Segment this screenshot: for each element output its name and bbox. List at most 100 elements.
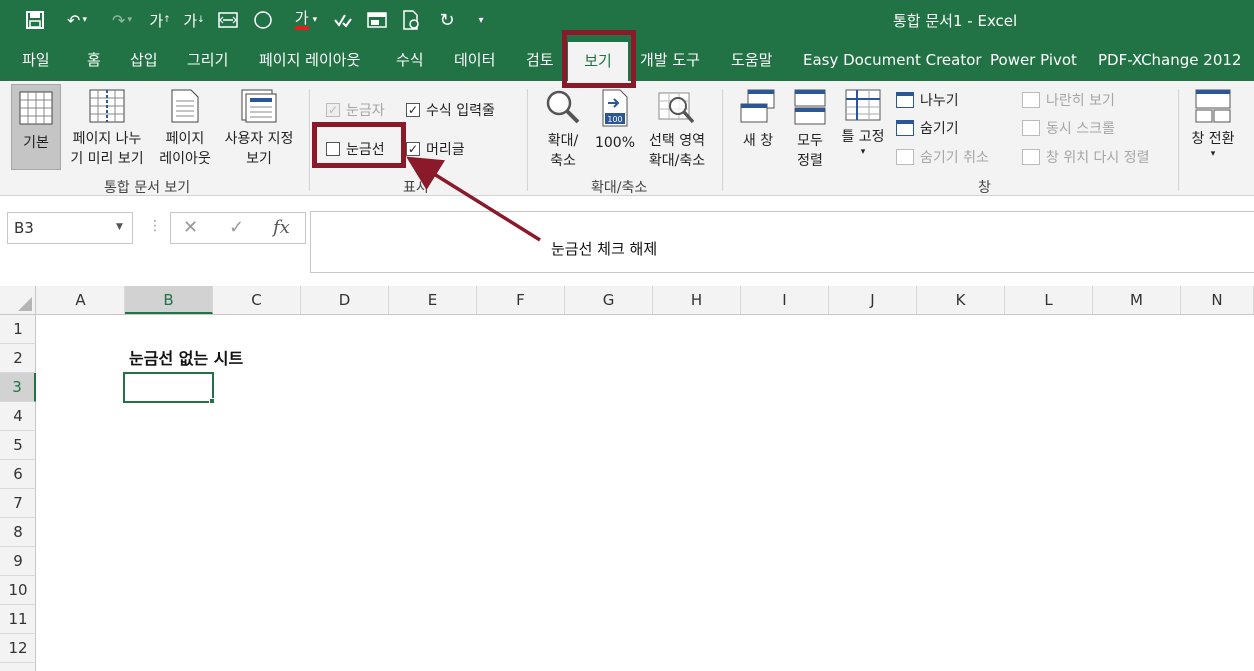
hide-window-button[interactable]: 숨기기 [896,118,959,138]
column-header-j[interactable]: J [829,286,917,314]
ruler-checkbox[interactable]: ✓ 눈금자 [326,100,385,120]
row-header-10[interactable]: 10 [0,576,36,605]
formula-input[interactable] [310,211,1254,273]
fill-handle[interactable] [209,398,215,404]
name-box[interactable]: B3 [7,212,133,244]
formula-buttons: ✕ ✓ fx [170,212,306,244]
freeze-panes-button[interactable]: 틀 고정 ▾ [836,89,890,157]
new-window-icon [740,89,775,123]
column-header-h[interactable]: H [653,286,741,314]
page-layout-view-button[interactable]: 페이지 레이아웃 [153,89,217,169]
print-preview-icon[interactable] [366,8,388,32]
customize-qat-icon[interactable]: ▾ [472,8,490,32]
tab-developer[interactable]: 개발 도구 [640,40,700,81]
normal-view-icon [19,91,53,125]
ribbon-view: 기본 페이지 나누 기 미리 보기 페이지 레이아웃 사용자 지정 보기 통합 … [0,81,1254,196]
synchronous-scrolling-button[interactable]: 동시 스크롤 [1022,118,1115,138]
formula-bar-grip-icon[interactable]: ⋮ [148,218,162,234]
tab-page-layout[interactable]: 페이지 레이아웃 [259,40,360,81]
repeat-icon[interactable]: ↻ [436,8,458,32]
tab-formulas[interactable]: 수식 [396,40,424,81]
column-header-a[interactable]: A [37,286,125,314]
unhide-window-icon [896,149,914,165]
tab-insert[interactable]: 삽입 [130,40,158,81]
column-header-f[interactable]: F [477,286,565,314]
active-cell-b3[interactable] [123,372,214,403]
headings-check-icon: ✓ [406,142,420,156]
reset-window-position-button[interactable]: 창 위치 다시 정렬 [1022,147,1150,167]
undo-icon[interactable]: ↶ ▾ [58,8,96,32]
page-break-preview-button[interactable]: 페이지 나누 기 미리 보기 [64,89,150,169]
tab-easy-document-creator[interactable]: Easy Document Creator [803,40,982,81]
column-header-l[interactable]: L [1005,286,1093,314]
gridlines-highlight-box [312,122,406,168]
row-header-3[interactable]: 3 [0,373,36,402]
custom-views-label-2: 보기 [246,151,272,167]
column-header-d[interactable]: D [301,286,389,314]
tab-pdf-xchange[interactable]: PDF-XChange 2012 [1098,40,1241,81]
tab-review[interactable]: 검토 [526,40,554,81]
headings-checkbox[interactable]: ✓ 머리글 [406,139,465,159]
group-separator [309,89,310,191]
font-decrease-icon[interactable]: 가 ↓ [182,8,206,32]
row-header-1[interactable]: 1 [0,315,36,344]
ruler-label: 눈금자 [346,103,385,119]
name-box-dropdown-icon[interactable]: ▼ [116,222,123,232]
enter-icon[interactable]: ✓ [229,217,244,238]
arrange-all-label-2: 정렬 [797,153,823,169]
zoom-group-label: 확대/축소 [591,180,648,196]
save-icon[interactable] [22,8,48,32]
column-header-i[interactable]: I [741,286,829,314]
row-header-4[interactable]: 4 [0,402,36,431]
column-header-m[interactable]: M [1093,286,1181,314]
new-window-button[interactable]: 새 창 [734,89,782,151]
normal-view-button[interactable]: 기본 [11,84,61,170]
spell-check-icon[interactable] [332,8,354,32]
row-header-7[interactable]: 7 [0,489,36,518]
switch-windows-button[interactable]: 창 전환 ▾ [1184,89,1242,159]
view-side-by-side-icon [1022,92,1040,108]
row-header-11[interactable]: 11 [0,605,36,634]
formula-bar-checkbox[interactable]: ✓ 수식 입력줄 [406,100,495,120]
cancel-icon[interactable]: ✕ [183,217,198,238]
row-header-12[interactable]: 12 [0,634,36,663]
column-header-b[interactable]: B [125,286,213,314]
split-button[interactable]: 나누기 [896,90,959,110]
unhide-window-button[interactable]: 숨기기 취소 [896,147,989,167]
row-header-6[interactable]: 6 [0,460,36,489]
cell-b2[interactable]: 눈금선 없는 시트 [129,344,243,373]
view-side-by-side-button[interactable]: 나란히 보기 [1022,90,1115,110]
zoom-to-selection-button[interactable]: 선택 영역 확대/축소 [641,89,713,171]
row-header-9[interactable]: 9 [0,547,36,576]
refresh-document-icon[interactable] [400,8,422,32]
row-header-5[interactable]: 5 [0,431,36,460]
arrange-all-button[interactable]: 모두 정렬 [789,89,831,171]
tab-help[interactable]: 도움말 [731,40,772,81]
font-color-icon[interactable]: 가 ▾ [286,8,326,32]
tab-data[interactable]: 데이터 [454,40,495,81]
font-increase-icon[interactable]: 가 ↑ [148,8,172,32]
show-group-label: 표시 [403,180,429,196]
column-header-k[interactable]: K [917,286,1005,314]
row-header-8[interactable]: 8 [0,518,36,547]
zoom-label-1: 확대/ [547,133,579,149]
column-header-e[interactable]: E [389,286,477,314]
tab-home[interactable]: 홈 [87,40,101,81]
merge-cells-icon[interactable] [216,8,240,32]
select-all-button[interactable] [0,286,36,314]
custom-views-button[interactable]: 사용자 지정 보기 [218,89,300,169]
zoom-100-button[interactable]: 100 100% [593,89,637,153]
column-header-n[interactable]: N [1181,286,1254,314]
tab-draw[interactable]: 그리기 [187,40,228,81]
tab-power-pivot[interactable]: Power Pivot [990,40,1077,81]
insert-function-icon[interactable]: fx [273,217,290,238]
zoom-button[interactable]: 확대/ 축소 [537,89,589,171]
redo-icon[interactable]: ↷ ▾ [104,8,140,32]
column-header-c[interactable]: C [213,286,301,314]
page-break-preview-icon [89,89,125,123]
custom-views-icon [241,89,277,123]
circle-shape-icon[interactable] [250,8,276,32]
column-header-g[interactable]: G [565,286,653,314]
tab-file[interactable]: 파일 [22,40,50,81]
row-header-2[interactable]: 2 [0,344,36,373]
